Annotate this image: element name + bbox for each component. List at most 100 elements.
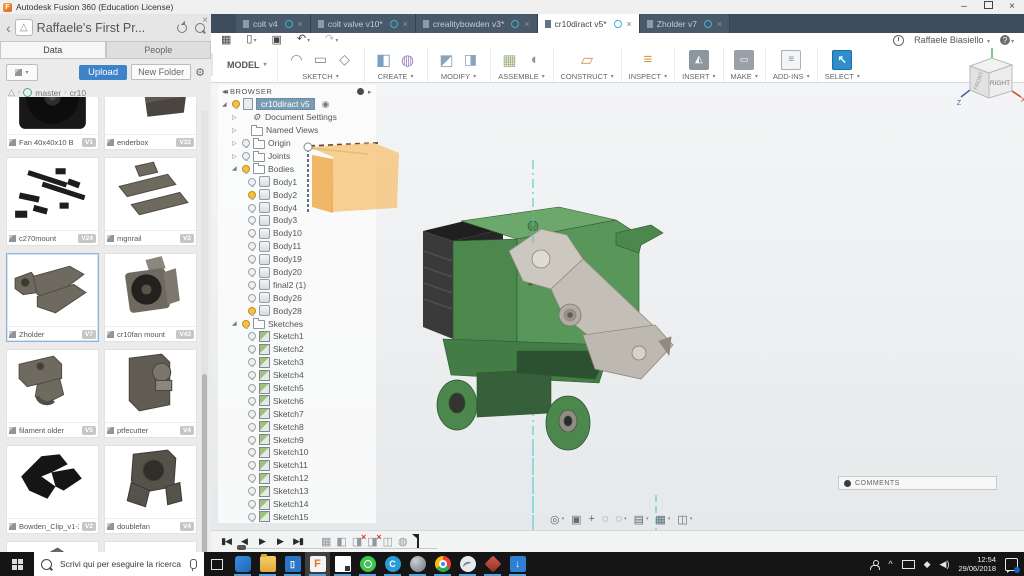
visibility-bulb-icon[interactable] bbox=[248, 487, 256, 495]
tab-close-icon[interactable]: × bbox=[298, 19, 303, 29]
combine-icon[interactable] bbox=[461, 50, 481, 70]
account-menu[interactable]: Raffaele Biasiello ▾ bbox=[914, 35, 990, 45]
action-center-icon[interactable] bbox=[1005, 558, 1018, 571]
taskbar-app-button[interactable] bbox=[380, 552, 405, 576]
taskbar-app-button[interactable] bbox=[305, 552, 330, 576]
breadcrumb-project[interactable]: master bbox=[35, 88, 61, 98]
back-arrow-icon[interactable]: ‹ bbox=[6, 23, 11, 33]
visibility-bulb-icon[interactable] bbox=[248, 229, 256, 237]
breadcrumb-folder[interactable]: cr10 bbox=[70, 88, 87, 98]
volume-icon[interactable]: ◀) bbox=[940, 559, 950, 570]
sketch-row[interactable]: Sketch7 bbox=[218, 407, 376, 420]
design-card[interactable]: ptfecutter V4 bbox=[104, 349, 197, 438]
search-input[interactable] bbox=[58, 558, 184, 570]
sketch-row[interactable]: Sketch6 bbox=[218, 394, 376, 407]
origin-planes[interactable] bbox=[296, 136, 421, 241]
task-view-button[interactable] bbox=[204, 559, 230, 570]
visibility-bulb-icon[interactable] bbox=[248, 513, 256, 521]
ribbon-group-menu[interactable]: MODIFY▾ bbox=[441, 72, 476, 81]
sketches-folder-row[interactable]: ◢ Sketches bbox=[218, 317, 376, 330]
expand-arrow-icon[interactable]: ▷ bbox=[232, 127, 239, 134]
timeline-step-forward-button[interactable]: ▶ bbox=[273, 536, 287, 547]
ribbon-group-menu[interactable]: MAKE▾ bbox=[731, 72, 758, 81]
design-card[interactable]: enderbox V32 bbox=[104, 97, 197, 150]
body-row[interactable]: final2 (1) bbox=[218, 278, 376, 291]
browser-expand-icon[interactable]: ▸ bbox=[368, 88, 372, 96]
visibility-bulb-icon[interactable] bbox=[248, 216, 256, 224]
timeline-feature-icon[interactable]: ◧ bbox=[336, 536, 346, 548]
ribbon-group-menu[interactable]: SELECT▾ bbox=[825, 72, 860, 81]
visibility-bulb-icon[interactable] bbox=[248, 461, 256, 469]
tab-close-icon[interactable]: × bbox=[717, 19, 722, 29]
sketch-row[interactable]: Sketch11 bbox=[218, 459, 376, 472]
visibility-bulb-icon[interactable] bbox=[248, 281, 256, 289]
chevron-down-icon[interactable]: ▾ bbox=[562, 516, 565, 522]
sketch-row[interactable]: Sketch5 bbox=[218, 382, 376, 395]
help-menu[interactable]: ?▾ bbox=[1000, 35, 1014, 46]
minimize-button[interactable]: – bbox=[952, 0, 976, 14]
sketch-row[interactable]: Sketch13 bbox=[218, 485, 376, 498]
root-document-label[interactable]: cr10diract v5 bbox=[256, 98, 315, 110]
workspace-selector[interactable]: MODEL▾ bbox=[211, 53, 277, 76]
chevron-down-icon[interactable]: ▾ bbox=[646, 516, 649, 522]
sketch-row[interactable]: Sketch3 bbox=[218, 356, 376, 369]
design-card[interactable]: Fan 40x40x10 B V1 bbox=[6, 97, 99, 150]
timeline-play-button[interactable]: ▶ bbox=[255, 536, 269, 547]
visibility-bulb-icon[interactable] bbox=[248, 268, 256, 276]
taskbar-app-button[interactable] bbox=[405, 552, 430, 576]
save-icon[interactable]: ▣ bbox=[271, 34, 281, 46]
taskbar-app-button[interactable] bbox=[280, 552, 305, 576]
settings-gear-icon[interactable]: ⚙ bbox=[195, 66, 205, 79]
data-panel-tab[interactable]: Data bbox=[0, 41, 106, 58]
taskbar-app-button[interactable] bbox=[505, 552, 530, 576]
tab-close-icon[interactable]: × bbox=[524, 19, 529, 29]
expand-arrow-icon[interactable]: ◢ bbox=[222, 101, 229, 108]
visibility-bulb-icon[interactable] bbox=[248, 436, 256, 444]
visibility-bulb-icon[interactable] bbox=[248, 397, 256, 405]
origin-point[interactable] bbox=[304, 143, 312, 151]
design-card[interactable]: c270mount V24 bbox=[6, 157, 99, 246]
sketch-row[interactable]: Sketch12 bbox=[218, 472, 376, 485]
press-pull-icon[interactable] bbox=[437, 50, 457, 70]
visibility-bulb-icon[interactable] bbox=[242, 165, 250, 173]
chevron-down-icon[interactable]: ▾ bbox=[624, 516, 627, 522]
document-tab[interactable]: crealitybowden v3* × bbox=[416, 14, 538, 33]
display-tray-icon[interactable] bbox=[902, 560, 915, 569]
visibility-bulb-icon[interactable] bbox=[248, 410, 256, 418]
design-card[interactable] bbox=[104, 541, 197, 552]
upload-button[interactable]: Upload bbox=[79, 65, 127, 80]
visibility-bulb-icon[interactable] bbox=[242, 320, 250, 328]
view-control[interactable]: ▦ ▾ bbox=[656, 513, 671, 526]
view-cube[interactable]: RIGHT FRONT X Z bbox=[956, 46, 1024, 112]
body-row[interactable]: Body20 bbox=[218, 266, 376, 279]
origin-plane-xz[interactable] bbox=[312, 155, 333, 213]
taskbar-app-button[interactable] bbox=[430, 552, 455, 576]
browser-node-row[interactable]: ▷ Document Settings bbox=[218, 111, 376, 124]
maximize-button[interactable] bbox=[976, 0, 1000, 14]
file-menu-icon[interactable]: ▯▾ bbox=[246, 33, 256, 47]
visibility-bulb-icon[interactable] bbox=[248, 294, 256, 302]
view-control[interactable]: ◫ ▾ bbox=[677, 513, 692, 526]
new-folder-button[interactable]: New Folder bbox=[131, 64, 191, 80]
visibility-bulb-icon[interactable] bbox=[248, 474, 256, 482]
chevron-down-icon[interactable]: ▾ bbox=[690, 516, 693, 522]
timeline-scrubber-track[interactable] bbox=[240, 548, 437, 549]
sketch-row[interactable]: Sketch15 bbox=[218, 511, 376, 524]
insert-image-icon[interactable] bbox=[689, 50, 709, 70]
tab-close-icon[interactable]: × bbox=[403, 19, 408, 29]
viewcube-right-face[interactable]: RIGHT bbox=[990, 80, 1010, 87]
visibility-bulb-icon[interactable] bbox=[248, 178, 256, 186]
sketch-row[interactable]: Sketch1 bbox=[218, 330, 376, 343]
sketch-row[interactable]: Sketch2 bbox=[218, 343, 376, 356]
joint-icon[interactable] bbox=[524, 50, 544, 70]
visibility-bulb-icon[interactable] bbox=[232, 100, 240, 108]
expand-arrow-icon[interactable]: ▷ bbox=[232, 114, 239, 121]
design-card[interactable]: doublefan V4 bbox=[104, 445, 197, 534]
sketch-row[interactable]: Sketch8 bbox=[218, 420, 376, 433]
close-button[interactable]: × bbox=[1000, 0, 1024, 14]
visibility-bulb-icon[interactable] bbox=[248, 384, 256, 392]
new-component-icon[interactable] bbox=[500, 50, 520, 70]
fusion-logo-icon[interactable]: △ bbox=[15, 19, 33, 36]
panel-close-icon[interactable]: × bbox=[202, 15, 208, 26]
view-control[interactable]: + bbox=[589, 513, 595, 525]
